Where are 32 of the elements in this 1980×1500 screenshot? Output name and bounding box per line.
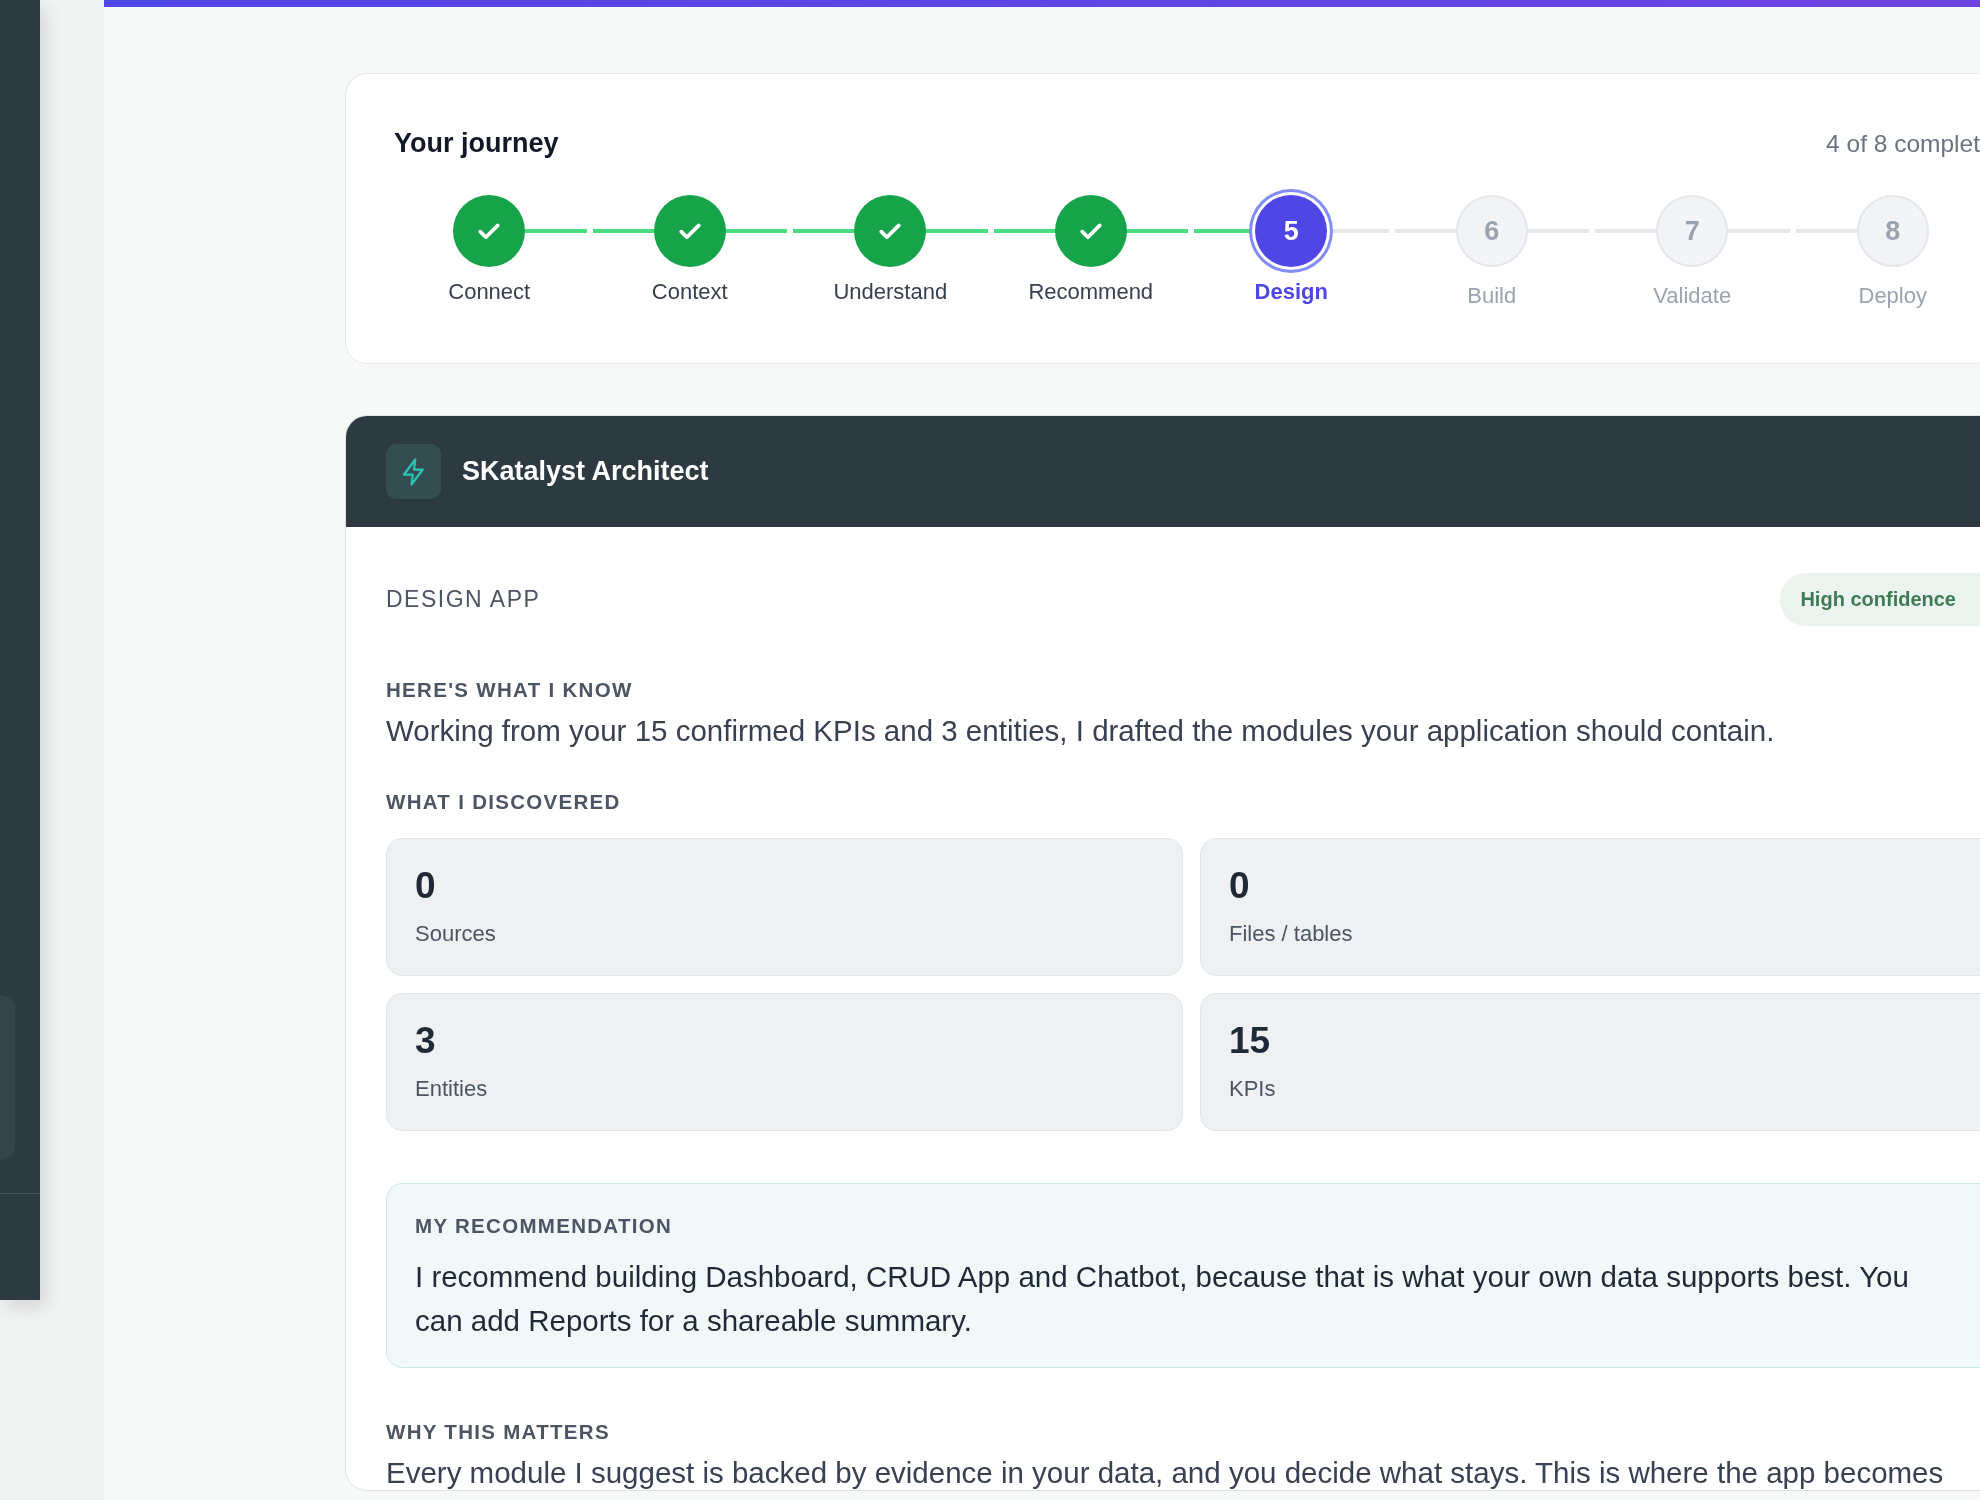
section-heading: DESIGN APP	[386, 586, 541, 613]
step-label: Connect	[448, 279, 531, 305]
stat-label: Entities	[415, 1076, 489, 1102]
stat-label: Sources	[415, 921, 497, 947]
step-label: Context	[651, 279, 728, 305]
step-label: Design	[1254, 279, 1328, 305]
section-label: HERE'S WHAT I KNOW	[386, 678, 634, 702]
section-label: WHAT I DISCOVERED	[386, 790, 622, 814]
stat-value: 0	[415, 865, 437, 907]
journey-title: Your journey	[394, 128, 559, 159]
step-label: Deploy	[1858, 283, 1927, 309]
section-label: WHY THIS MATTERS	[386, 1420, 611, 1444]
stat-value: 15	[1229, 1020, 1272, 1062]
step-label: Recommend	[1028, 279, 1154, 305]
stat-value: 0	[1229, 865, 1251, 907]
stat-value: 3	[415, 1020, 437, 1062]
stat-label: KPIs	[1229, 1076, 1277, 1102]
step-number[interactable]: 7	[1656, 195, 1729, 267]
step-number[interactable]: 6	[1455, 195, 1528, 267]
recommendation-text: I recommend building Dashboard, CRUD App and Chatbot, because that is what your own data supports best. You can add Reports for a shareable summary.	[415, 1259, 1910, 1339]
progress-text: 4 of 8 complet	[1826, 129, 1980, 158]
paragraph: Working from your 15 confirmed KPIs and 3 entities, I drafted the modules your application should contain.	[386, 714, 1776, 748]
assistant-title: SKatalyst Architect	[462, 456, 709, 487]
lightning-icon	[386, 444, 441, 499]
paragraph: Every module I suggest is backed by evidence in your data, and you decide what stays. This is where the app becomes	[386, 1456, 1945, 1490]
step-number[interactable]: 8	[1856, 195, 1929, 267]
step-label: Validate	[1653, 283, 1732, 309]
stat-label: Files / tables	[1229, 921, 1354, 947]
step-label: Build	[1467, 283, 1517, 309]
step-label: Understand	[833, 279, 948, 305]
confidence-badge: High confidence	[1780, 573, 1980, 626]
section-label: MY RECOMMENDATION	[415, 1214, 674, 1238]
